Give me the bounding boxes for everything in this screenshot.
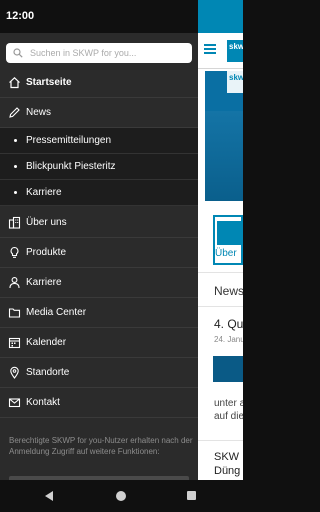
nav-item-label: Kontakt bbox=[26, 397, 60, 408]
subitem-blickpunkt-piesteritz[interactable]: Blickpunkt Piesteritz bbox=[0, 154, 198, 180]
article-date: 24. Janu bbox=[214, 335, 243, 344]
hero-logo: skw bbox=[227, 71, 243, 93]
building-icon bbox=[217, 221, 241, 245]
nav-item-karriere[interactable]: Karriere bbox=[0, 268, 198, 298]
envelope-icon bbox=[8, 398, 21, 408]
background-app: skw skw Über News 4. Qu 24. Janu unter a… bbox=[198, 0, 243, 512]
nav-item-label: Startseite bbox=[26, 77, 72, 88]
subitem-pressemitteilungen[interactable]: Pressemitteilungen bbox=[0, 128, 198, 154]
background-status-bar bbox=[198, 0, 243, 33]
nav-item-standorte[interactable]: Standorte bbox=[0, 358, 198, 388]
hamburger-menu-icon[interactable] bbox=[204, 44, 216, 54]
calendar-icon bbox=[8, 337, 21, 349]
skw-logo: skw bbox=[227, 40, 243, 62]
divider bbox=[198, 272, 243, 273]
nav-item-label: Produkte bbox=[26, 247, 67, 258]
nav-item-kalender[interactable]: Kalender bbox=[0, 328, 198, 358]
about-us-tile-label: Über bbox=[215, 248, 237, 259]
subitem-label: Karriere bbox=[26, 187, 62, 198]
about-us-tile[interactable]: Über bbox=[213, 215, 243, 265]
person-icon bbox=[9, 277, 20, 289]
map-pin-icon bbox=[10, 366, 19, 379]
folder-icon bbox=[8, 308, 21, 318]
divider bbox=[198, 306, 243, 307]
status-time: 12:00 bbox=[6, 10, 35, 22]
article-excerpt: auf die bbox=[214, 411, 243, 422]
article-excerpt: unter a bbox=[214, 398, 243, 409]
divider bbox=[198, 440, 243, 441]
login-info-text: Berechtigte SKWP for you-Nutzer erhalten… bbox=[9, 436, 193, 456]
article-thumbnail[interactable] bbox=[213, 356, 243, 382]
article-title[interactable]: 4. Qu bbox=[214, 317, 243, 331]
search-icon bbox=[13, 48, 23, 58]
news-heading: News bbox=[214, 284, 243, 298]
subitem-label: Pressemitteilungen bbox=[26, 135, 112, 146]
lightbulb-icon bbox=[10, 246, 19, 258]
search-box[interactable] bbox=[6, 43, 192, 63]
subitem-label: Blickpunkt Piesteritz bbox=[26, 161, 116, 172]
nav-item-ueber-uns[interactable]: Über uns bbox=[0, 208, 198, 238]
nav-item-news[interactable]: News bbox=[0, 98, 198, 128]
nav-item-startseite[interactable]: Startseite bbox=[0, 68, 198, 98]
navigation-drawer: Startseite News Pressemitteilungen Blick… bbox=[0, 33, 198, 480]
search-input[interactable] bbox=[30, 43, 188, 63]
system-navigation-bar bbox=[0, 480, 243, 512]
nav-item-label: Über uns bbox=[26, 217, 67, 228]
background-toolbar: skw bbox=[198, 33, 243, 69]
article-title[interactable]: Düng bbox=[214, 465, 240, 477]
nav-item-label: Karriere bbox=[26, 277, 62, 288]
background-hero-banner: skw bbox=[205, 71, 243, 201]
back-icon[interactable] bbox=[45, 491, 53, 501]
hero-image bbox=[205, 111, 243, 201]
nav-item-label: News bbox=[26, 107, 52, 118]
bullet-icon bbox=[14, 139, 17, 142]
home-button-icon[interactable] bbox=[116, 491, 126, 501]
status-bar: 12:00 bbox=[0, 0, 198, 33]
nav-item-kontakt[interactable]: Kontakt bbox=[0, 388, 198, 418]
nav-item-label: Standorte bbox=[26, 367, 70, 378]
nav-item-media-center[interactable]: Media Center bbox=[0, 298, 198, 328]
bullet-icon bbox=[14, 191, 17, 194]
nav-item-produkte[interactable]: Produkte bbox=[0, 238, 198, 268]
nav-item-label: Kalender bbox=[26, 337, 67, 348]
pencil-icon bbox=[9, 107, 20, 118]
nav-item-label: Media Center bbox=[26, 307, 87, 318]
home-icon bbox=[9, 76, 20, 89]
subitem-karriere[interactable]: Karriere bbox=[0, 180, 198, 206]
recents-icon[interactable] bbox=[187, 491, 196, 500]
article-title[interactable]: SKW bbox=[214, 451, 239, 463]
building-icon bbox=[8, 216, 21, 229]
bullet-icon bbox=[14, 165, 17, 168]
